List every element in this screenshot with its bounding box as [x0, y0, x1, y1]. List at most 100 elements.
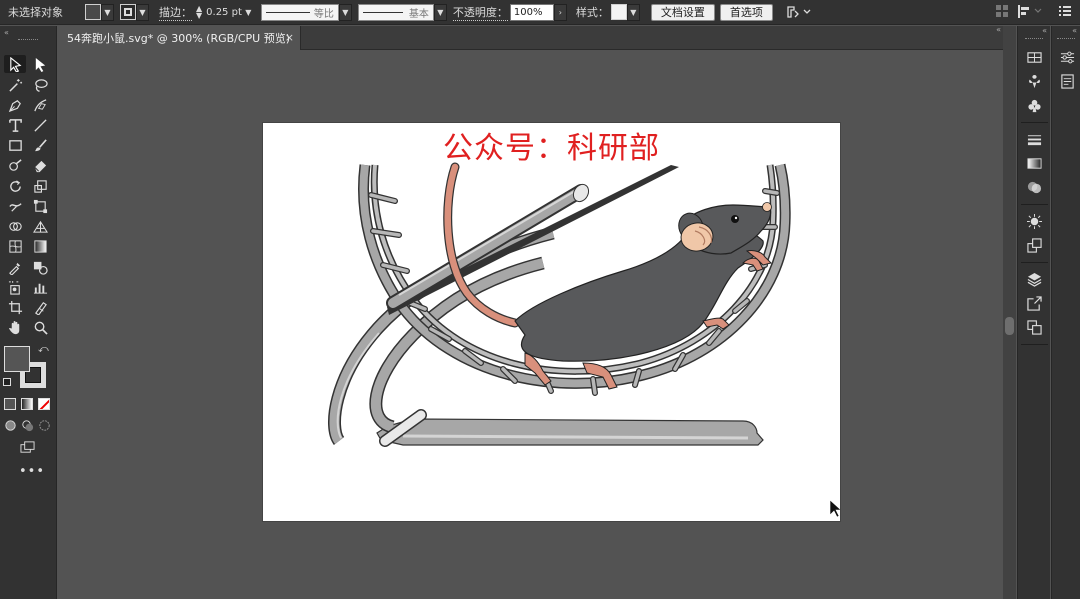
screen-mode-icon[interactable]	[16, 438, 38, 456]
stroke-weight-input[interactable]: 0.25 pt	[206, 7, 242, 18]
document-setup-button[interactable]: 文档设置	[650, 3, 715, 21]
artboards-icon[interactable]	[1024, 318, 1044, 336]
none-mode-icon[interactable]	[38, 398, 50, 410]
lasso-tool[interactable]	[29, 76, 51, 94]
tools-panel: « ⤺ •••	[0, 26, 57, 599]
curvature-tool[interactable]	[29, 96, 51, 114]
stroke-label[interactable]: 描边：	[159, 4, 192, 21]
column-graph-tool[interactable]	[29, 278, 51, 296]
draw-normal-icon[interactable]	[2, 416, 18, 434]
collapse-dock-2-icon[interactable]: «	[1072, 26, 1077, 35]
style-label: 样式：	[575, 6, 609, 19]
shape-builder-tool[interactable]	[4, 217, 26, 235]
running-rat-illustration[interactable]	[263, 123, 840, 521]
gradient-mode-icon[interactable]	[21, 398, 33, 410]
vertical-scroll-thumb[interactable]	[1005, 317, 1014, 335]
profile-label: 等比	[313, 8, 334, 20]
color-mode-icon[interactable]	[4, 398, 16, 410]
graphic-styles-icon[interactable]	[1024, 236, 1044, 254]
stroke-color-dropdown-icon[interactable]: ▼	[136, 3, 149, 21]
draw-behind-icon[interactable]	[19, 416, 35, 434]
symbol-sprayer-tool[interactable]	[4, 278, 26, 296]
zoom-tool[interactable]	[29, 318, 51, 336]
profile-line	[265, 11, 310, 13]
brush-label: 基本	[408, 8, 429, 20]
dock-separator	[1021, 122, 1048, 123]
graphic-style-swatch[interactable]	[610, 4, 627, 20]
layers-icon[interactable]	[1024, 270, 1044, 288]
rectangle-tool[interactable]	[4, 136, 26, 154]
warp-tool[interactable]	[4, 197, 26, 215]
properties-icon[interactable]	[1057, 48, 1077, 66]
pen-tool[interactable]	[4, 96, 26, 114]
free-transform-tool[interactable]	[29, 197, 51, 215]
draw-inside-icon[interactable]	[36, 416, 52, 434]
fill-color-box-top[interactable]	[4, 346, 30, 372]
eyedropper-tool[interactable]	[4, 258, 26, 276]
panel-menu-icon[interactable]	[1059, 5, 1071, 20]
libraries-icon[interactable]	[1024, 48, 1044, 66]
stroke-stepper-icon[interactable]: ▲ ▼	[196, 5, 202, 20]
export-icon[interactable]	[1024, 294, 1044, 312]
rotate-tool[interactable]	[4, 177, 26, 195]
align-icon[interactable]	[1018, 5, 1044, 21]
canvas[interactable]: 公众号：科研部	[59, 50, 1003, 599]
line-tool[interactable]	[29, 116, 51, 134]
paintbrush-tool[interactable]	[29, 136, 51, 154]
transparency-icon[interactable]	[1024, 178, 1044, 196]
blend-tool[interactable]	[29, 258, 51, 276]
artboard-tool[interactable]	[4, 298, 26, 316]
variable-width-profile[interactable]: 等比	[260, 3, 339, 21]
stroke-weight-dropdown-icon[interactable]: ▼	[242, 4, 255, 21]
type-tool[interactable]	[4, 116, 26, 134]
fill-swatch[interactable]	[85, 4, 101, 20]
gradient-icon[interactable]	[1024, 154, 1044, 172]
illustrator-window: 未选择对象 ▼ ▼ 描边： ▲ ▼ 0.25 pt ▼ 等比 ▼ 基本 ▼ 不透明…	[0, 0, 1080, 599]
edit-toolbar-icon[interactable]: •••	[19, 464, 45, 479]
appearance-icon[interactable]	[1024, 212, 1044, 230]
arrange-documents-icon[interactable]	[786, 5, 812, 19]
shaper-tool[interactable]	[4, 156, 26, 174]
dock-separator	[1021, 344, 1048, 345]
club-icon[interactable]	[1024, 96, 1044, 114]
brush-definition[interactable]: 基本	[357, 3, 434, 21]
selection-status: 未选择对象	[8, 6, 63, 19]
perspective-grid-tool[interactable]	[29, 217, 51, 235]
scale-tool[interactable]	[29, 177, 51, 195]
preferences-button[interactable]: 首选项	[719, 3, 773, 21]
document-tab-title: 54奔跑小鼠.svg* @ 300% (RGB/CPU 预览)	[67, 32, 291, 45]
fill-dropdown-icon[interactable]: ▼	[101, 3, 114, 21]
document-tab[interactable]: 54奔跑小鼠.svg* @ 300% (RGB/CPU 预览) ×	[59, 26, 301, 50]
profile-dropdown-icon[interactable]: ▼	[338, 3, 352, 21]
workspace-grid-icon[interactable]	[996, 5, 1008, 20]
mesh-tool[interactable]	[4, 237, 26, 255]
default-fill-stroke-icon[interactable]	[3, 378, 11, 386]
brush-dropdown-icon[interactable]: ▼	[433, 3, 447, 21]
swap-fill-stroke-icon[interactable]: ⤺	[38, 344, 49, 355]
dock-grip[interactable]	[1025, 38, 1043, 40]
toolbar-grip[interactable]	[18, 39, 38, 41]
hand-tool[interactable]	[4, 318, 26, 336]
collapse-dock-icon[interactable]: «	[1042, 26, 1047, 35]
opacity-input[interactable]: 100%	[509, 3, 554, 21]
symbols-icon[interactable]	[1024, 72, 1044, 90]
direct-selection-tool[interactable]	[29, 55, 51, 73]
opacity-label[interactable]: 不透明度：	[452, 4, 508, 21]
eraser-tool[interactable]	[29, 156, 51, 174]
selection-tool[interactable]	[4, 55, 26, 73]
right-panel-dock-1: «	[1017, 26, 1050, 599]
document-info-icon[interactable]	[1057, 72, 1077, 90]
collapse-panels-icon[interactable]: «	[996, 25, 1001, 34]
gradient-tool[interactable]	[29, 237, 51, 255]
opacity-expand-icon[interactable]: ›	[553, 3, 567, 21]
dock-2-grip[interactable]	[1057, 38, 1075, 40]
stroke-swatch[interactable]	[120, 4, 136, 20]
style-dropdown-icon[interactable]: ▼	[626, 3, 640, 21]
close-tab-icon[interactable]: ×	[285, 31, 294, 44]
slice-tool[interactable]	[29, 298, 51, 316]
magic-wand-tool[interactable]	[4, 76, 26, 94]
collapse-toolbar-icon[interactable]: «	[4, 28, 9, 37]
stroke-icon[interactable]	[1024, 130, 1044, 148]
artboard[interactable]: 公众号：科研部	[263, 123, 840, 521]
vertical-scrollbar[interactable]	[1003, 26, 1016, 599]
